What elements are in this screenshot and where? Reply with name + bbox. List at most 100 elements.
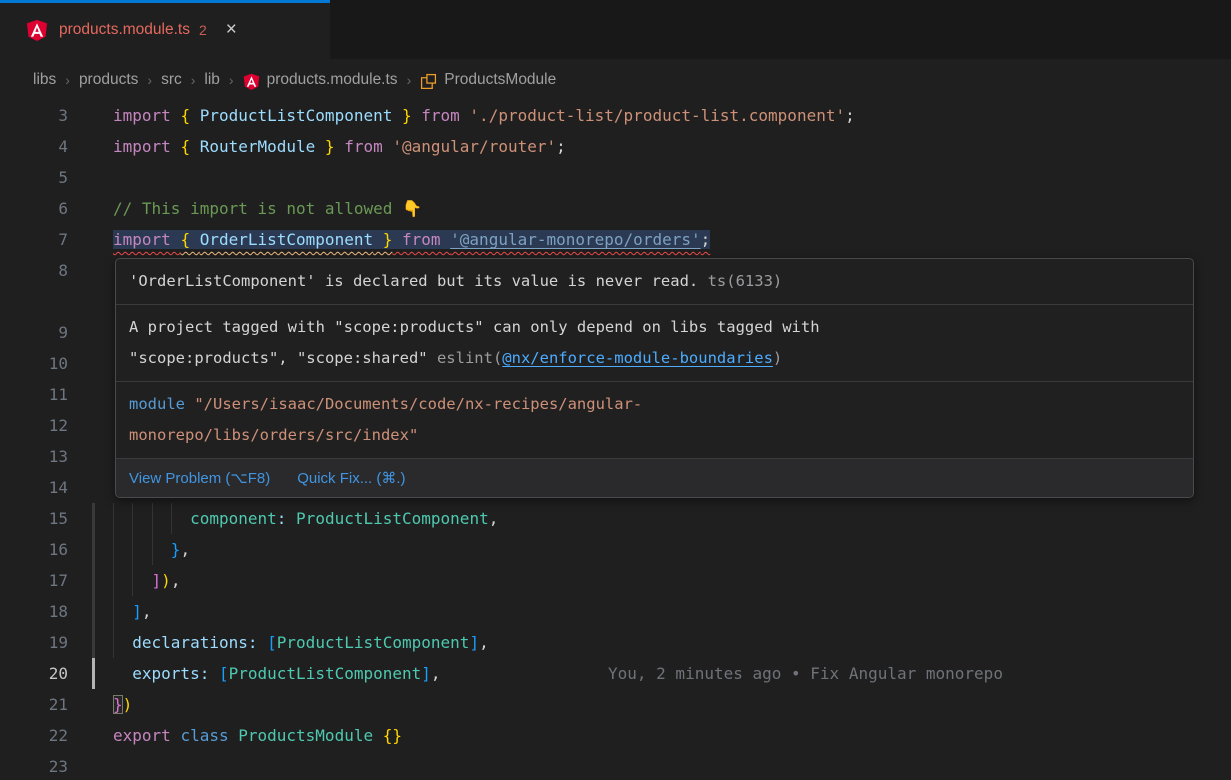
code-token: ProductListComponent — [200, 106, 393, 125]
code-token: 👇 — [402, 199, 422, 218]
code-content[interactable]: ], — [113, 596, 1231, 627]
code-token: , — [180, 540, 190, 559]
code-token: , — [142, 602, 152, 621]
quick-fix-link[interactable]: Quick Fix... (⌘.) — [297, 463, 405, 494]
tab-products-module[interactable]: products.module.ts 2 × — [0, 0, 330, 59]
warning-squiggle: { — [180, 230, 199, 249]
gutter-margin — [68, 658, 113, 689]
gutter-margin — [68, 348, 113, 379]
line-number: 9 — [0, 317, 68, 348]
breadcrumb-item-src[interactable]: src — [161, 71, 182, 89]
vscode-window: products.module.ts 2 × libs › products ›… — [0, 0, 1231, 780]
code-token: } — [315, 137, 334, 156]
tab-problem-count: 2 — [199, 22, 207, 38]
line-number: 22 — [0, 720, 68, 751]
code-content[interactable]: component: ProductListComponent, — [113, 503, 1231, 534]
code-token: [ — [219, 664, 229, 683]
line-number: 20 — [0, 658, 68, 689]
code-token: RouterModule — [200, 137, 316, 156]
code-line-5: 5 — [0, 162, 1231, 193]
active-line-marker — [92, 658, 95, 689]
tab-title: products.module.ts — [59, 21, 190, 39]
code-content[interactable]: export class ProductsModule {} — [113, 720, 1231, 751]
line-number: 21 — [0, 689, 68, 720]
eslint-source-prefix: eslint( — [437, 349, 502, 367]
modified-lines-marker — [92, 565, 95, 596]
module-link-token[interactable]: '@angular-monorepo/orders' — [450, 230, 700, 249]
code-content[interactable] — [113, 751, 1231, 780]
code-token: ProductsModule — [238, 726, 383, 745]
error-squiggle: '@angular-monorepo/orders' — [450, 230, 700, 249]
code-token: ; — [701, 230, 711, 249]
code-token: from — [335, 137, 393, 156]
modified-lines-marker — [92, 596, 95, 627]
code-token: } — [113, 695, 123, 714]
gutter-margin — [68, 379, 113, 410]
breadcrumb-item-products[interactable]: products — [79, 71, 138, 89]
code-content[interactable]: }) — [113, 689, 1231, 720]
eslint-diagnostic: A project tagged with "scope:products" c… — [116, 305, 1193, 382]
line-number: 15 — [0, 503, 68, 534]
code-content[interactable]: import { ProductListComponent } from './… — [113, 100, 1231, 131]
code-token — [258, 633, 268, 652]
code-token: ProductListComponent — [229, 664, 422, 683]
code-token: [ — [267, 633, 277, 652]
code-token: ] — [421, 664, 431, 683]
line-number: 23 — [0, 751, 68, 780]
code-token: , — [479, 633, 489, 652]
code-token: from — [412, 106, 470, 125]
gutter-margin — [68, 596, 113, 627]
modified-lines-marker — [92, 503, 95, 534]
code-content[interactable]: import { OrderListComponent } from '@ang… — [113, 224, 1231, 255]
active-tab-indicator — [0, 0, 330, 3]
gutter-margin — [68, 627, 113, 658]
code-token: ] — [152, 571, 162, 590]
code-line-17: 17 ]), — [0, 565, 1231, 596]
code-token: { — [180, 106, 199, 125]
breadcrumb-item-libs[interactable]: libs — [33, 71, 56, 89]
code-content[interactable]: ]), — [113, 565, 1231, 596]
line-number: 13 — [0, 441, 68, 472]
code-content[interactable]: exports: [ProductListComponent],You, 2 m… — [113, 658, 1231, 689]
line-number: 14 — [0, 472, 68, 503]
code-token: { — [180, 230, 199, 249]
code-token — [113, 602, 132, 621]
ts-diagnostic-message: 'OrderListComponent' is declared but its… — [129, 272, 698, 290]
breadcrumb-file[interactable]: products.module.ts — [267, 71, 398, 89]
code-line-18: 18 ], — [0, 596, 1231, 627]
code-token: { — [180, 137, 199, 156]
gutter-margin — [68, 565, 113, 596]
view-problem-link[interactable]: View Problem (⌥F8) — [129, 463, 270, 494]
code-token: exports — [132, 664, 199, 683]
code-content[interactable]: // This import is not allowed 👇 — [113, 193, 1231, 224]
code-token — [113, 571, 152, 590]
line-number: 19 — [0, 627, 68, 658]
breadcrumb-separator: › — [229, 72, 234, 88]
code-content[interactable]: declarations: [ProductListComponent], — [113, 627, 1231, 658]
eslint-rule-link[interactable]: @nx/enforce-module-boundaries — [502, 349, 773, 367]
gutter-margin — [68, 255, 113, 286]
code-token: ) — [161, 571, 171, 590]
code-content[interactable]: }, — [113, 534, 1231, 565]
error-squiggle: { — [180, 230, 199, 249]
error-squiggle: ; — [701, 230, 711, 249]
gutter-margin — [68, 689, 113, 720]
gutter-margin — [68, 472, 113, 503]
code-token — [209, 664, 219, 683]
code-token: {} — [383, 726, 402, 745]
code-token: } — [392, 106, 411, 125]
breadcrumb-symbol[interactable]: ProductsModule — [444, 71, 556, 89]
code-content[interactable] — [113, 162, 1231, 193]
code-token: import — [113, 106, 180, 125]
code-token: class — [180, 726, 238, 745]
error-squiggle: OrderListComponent — [200, 230, 373, 249]
line-number: 7 — [0, 224, 68, 255]
breadcrumb: libs › products › src › lib › products.m… — [0, 59, 1231, 100]
tab-close-icon[interactable]: × — [226, 20, 237, 39]
module-info: module "/Users/isaac/Documents/code/nx-r… — [116, 382, 1193, 459]
code-token: ) — [123, 695, 133, 714]
code-token: ] — [132, 602, 142, 621]
breadcrumb-item-lib[interactable]: lib — [204, 71, 220, 89]
line-number: 3 — [0, 100, 68, 131]
code-content[interactable]: import { RouterModule } from '@angular/r… — [113, 131, 1231, 162]
